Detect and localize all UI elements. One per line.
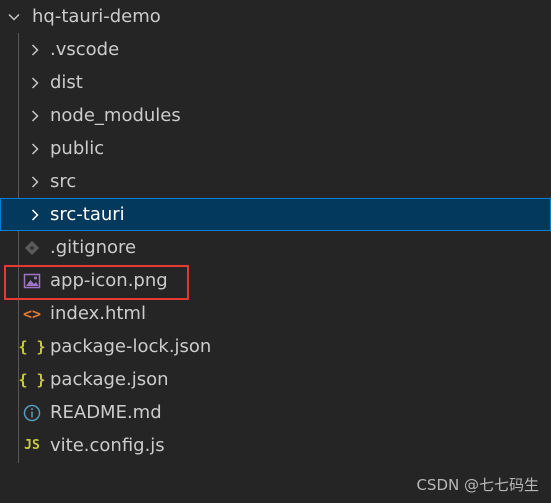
file-explorer: hq-tauri-demo .vscode dist node_modules … bbox=[0, 0, 551, 503]
git-file-icon bbox=[21, 231, 43, 264]
image-file-icon bbox=[21, 264, 43, 297]
tree-file-app-icon-png[interactable]: app-icon.png bbox=[0, 264, 551, 297]
file-label: app-icon.png bbox=[50, 270, 168, 291]
tree-root-folder[interactable]: hq-tauri-demo bbox=[0, 0, 551, 33]
tree-folder-dist[interactable]: dist bbox=[0, 66, 551, 99]
info-file-icon bbox=[21, 396, 43, 429]
file-label: index.html bbox=[50, 303, 146, 324]
js-file-icon: JS bbox=[24, 438, 40, 453]
tree-file-package-lock-json[interactable]: { } package-lock.json bbox=[0, 330, 551, 363]
file-label: README.md bbox=[50, 402, 162, 423]
file-label: package.json bbox=[50, 369, 169, 390]
html-file-icon: <> bbox=[22, 304, 42, 323]
tree-folder-vscode[interactable]: .vscode bbox=[0, 33, 551, 66]
tree-file-package-json[interactable]: { } package.json bbox=[0, 363, 551, 396]
folder-label: node_modules bbox=[50, 105, 181, 126]
json-file-icon: { } bbox=[18, 337, 46, 356]
watermark: CSDN @七七码生 bbox=[416, 476, 539, 494]
tree-file-gitignore[interactable]: .gitignore bbox=[0, 231, 551, 264]
chevron-right-icon[interactable] bbox=[27, 66, 43, 99]
file-label: vite.config.js bbox=[50, 435, 165, 456]
chevron-right-icon[interactable] bbox=[27, 33, 43, 66]
file-label: package-lock.json bbox=[50, 336, 212, 357]
tree-folder-src[interactable]: src bbox=[0, 165, 551, 198]
chevron-right-icon[interactable] bbox=[27, 165, 43, 198]
folder-label: public bbox=[50, 138, 105, 159]
chevron-right-icon[interactable] bbox=[27, 198, 43, 231]
tree-file-vite-config-js[interactable]: JS vite.config.js bbox=[0, 429, 551, 462]
json-file-icon: { } bbox=[18, 370, 46, 389]
tree-root-label: hq-tauri-demo bbox=[32, 6, 161, 27]
folder-label: src bbox=[50, 171, 77, 192]
chevron-right-icon[interactable] bbox=[27, 99, 43, 132]
tree-file-readme-md[interactable]: README.md bbox=[0, 396, 551, 429]
tree-file-index-html[interactable]: <> index.html bbox=[0, 297, 551, 330]
tree-folder-node-modules[interactable]: node_modules bbox=[0, 99, 551, 132]
tree-folder-src-tauri[interactable]: src-tauri bbox=[0, 198, 551, 231]
folder-label: src-tauri bbox=[50, 204, 125, 225]
file-label: .gitignore bbox=[50, 237, 137, 258]
folder-label: dist bbox=[50, 72, 83, 93]
tree-folder-public[interactable]: public bbox=[0, 132, 551, 165]
chevron-right-icon[interactable] bbox=[27, 132, 43, 165]
chevron-down-icon[interactable] bbox=[6, 0, 22, 33]
folder-label: .vscode bbox=[50, 39, 120, 60]
